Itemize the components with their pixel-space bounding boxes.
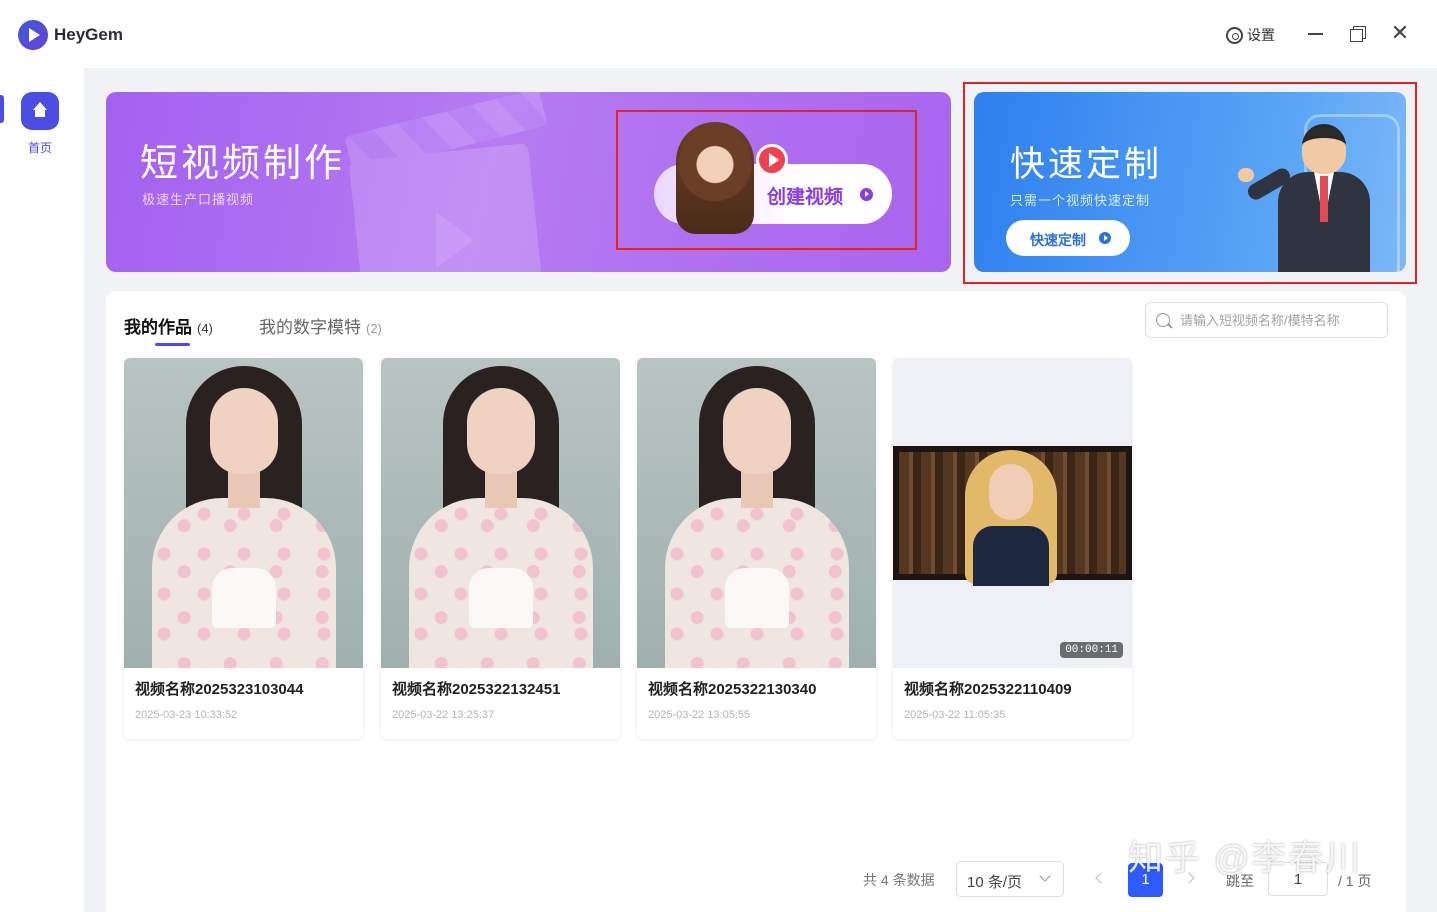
page-size-select[interactable]: 10 条/页 (956, 861, 1064, 897)
search-box (1145, 302, 1388, 338)
prev-page-button[interactable] (1092, 871, 1106, 885)
video-title: 视频名称2025322130340 (648, 681, 817, 698)
search-icon (1156, 313, 1170, 327)
tab-count: (4) (197, 321, 213, 336)
settings-button[interactable]: 设置 (1226, 25, 1275, 45)
video-card[interactable]: 视频名称2025323103044 2025-03-23 10:33:52 (124, 358, 363, 739)
total-count: 共 4 条数据 (863, 872, 935, 888)
video-thumbnail (381, 358, 620, 668)
chevron-down-icon (1039, 870, 1051, 882)
works-panel: 我的作品 (4) 我的数字模特 (2) 视频名称2025323103044 2025… (106, 291, 1406, 912)
highlight-box-custom (963, 82, 1417, 284)
banner-subtitle: 极速生产口播视频 (142, 192, 255, 207)
video-date: 2025-03-22 13:25:37 (392, 709, 495, 721)
tab-my-works[interactable]: 我的作品 (4) (124, 313, 213, 338)
search-input[interactable] (1180, 312, 1385, 328)
video-date: 2025-03-23 10:33:52 (135, 709, 238, 721)
watermark: 知乎 @李春川 (1128, 839, 1363, 878)
gear-icon (1226, 26, 1243, 44)
close-button[interactable]: ✕ (1389, 22, 1411, 44)
video-card[interactable]: 视频名称2025322132451 2025-03-22 13:25:37 (381, 358, 620, 739)
heygem-logo-icon (18, 20, 48, 50)
tab-label: 我的数字模特 (259, 318, 361, 337)
video-duration: 00:00:11 (1060, 642, 1123, 658)
sidebar-item-home[interactable] (21, 92, 59, 130)
title-bar: HeyGem 设置 ✕ (0, 0, 1437, 68)
video-date: 2025-03-22 13:05:55 (648, 709, 751, 721)
sidebar-item-label[interactable]: 首页 (20, 139, 60, 156)
tab-my-models[interactable]: 我的数字模特 (2) (259, 313, 382, 338)
video-title: 视频名称2025323103044 (135, 681, 304, 698)
video-thumbnail (637, 358, 876, 668)
banner-title: 短视频制作 (140, 143, 346, 185)
tab-count: (2) (366, 321, 382, 336)
video-thumbnail (124, 358, 363, 668)
video-date: 2025-03-22 11:05:35 (904, 709, 1006, 721)
active-indicator (0, 95, 4, 123)
video-title: 视频名称2025322132451 (392, 681, 561, 698)
app-name: HeyGem (54, 25, 123, 44)
video-thumbnail: 00:00:11 (893, 358, 1132, 668)
minimize-button[interactable] (1305, 22, 1327, 44)
tab-label: 我的作品 (124, 318, 192, 337)
settings-label: 设置 (1247, 27, 1275, 43)
page-size-value: 10 条/页 (967, 874, 1023, 891)
video-card[interactable]: 00:00:11 视频名称2025322110409 2025-03-22 11… (893, 358, 1132, 739)
tab-underline (155, 343, 190, 346)
app-logo: HeyGem (18, 20, 123, 50)
video-card[interactable]: 视频名称2025322130340 2025-03-22 13:05:55 (637, 358, 876, 739)
sidebar: 首页 (0, 68, 84, 912)
close-icon: ✕ (1390, 20, 1410, 45)
video-title: 视频名称2025322110409 (904, 681, 1072, 698)
clapperboard-illustration (326, 92, 548, 272)
highlight-box-create (616, 110, 917, 250)
restore-button[interactable] (1347, 22, 1369, 44)
